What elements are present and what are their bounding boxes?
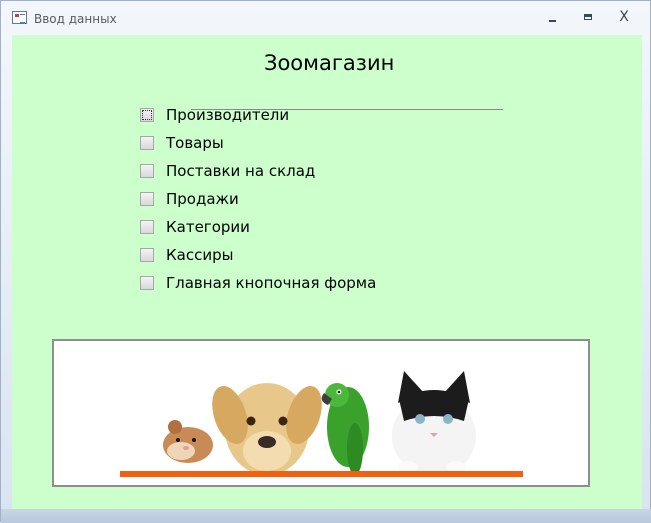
app-window: Ввод данных X Зоомагазин Производители Т…	[0, 0, 651, 523]
menu-item-main-switchboard[interactable]: Главная кнопочная форма	[140, 273, 376, 293]
menu-button[interactable]	[140, 164, 154, 178]
switchboard-form: Зоомагазин Производители Товары Поставки…	[12, 35, 642, 509]
form-heading: Зоомагазин	[264, 51, 395, 75]
pets-image	[52, 339, 590, 487]
menu-button[interactable]	[140, 108, 154, 122]
menu-item-sales[interactable]: Продажи	[140, 189, 239, 209]
kitten-icon	[392, 371, 476, 476]
menu-item-manufacturers[interactable]: Производители	[140, 105, 289, 125]
close-icon: X	[619, 9, 629, 25]
menu-button[interactable]	[140, 192, 154, 206]
maximize-icon	[584, 14, 592, 20]
orange-bar	[120, 471, 523, 477]
hamster-icon	[163, 420, 213, 463]
menu-item-cashiers[interactable]: Кассиры	[140, 245, 233, 265]
maximize-button[interactable]	[575, 7, 601, 27]
window-bottom-border	[1, 509, 651, 523]
menu-button[interactable]	[140, 248, 154, 262]
window-title: Ввод данных	[34, 12, 117, 26]
menu-item-deliveries[interactable]: Поставки на склад	[140, 161, 315, 181]
pets-illustration	[120, 371, 523, 477]
menu-item-products[interactable]: Товары	[140, 133, 224, 153]
menu-item-label: Товары	[166, 134, 224, 152]
menu-item-categories[interactable]: Категории	[140, 217, 250, 237]
minimize-icon	[548, 20, 556, 22]
form-icon	[12, 11, 27, 24]
minimize-button[interactable]	[539, 7, 565, 27]
menu-item-label: Кассиры	[166, 246, 234, 264]
menu-item-label: Продажи	[166, 190, 239, 208]
title-bar[interactable]: Ввод данных X	[1, 1, 651, 35]
menu-item-label: Поставки на склад	[166, 162, 316, 180]
puppy-icon	[212, 383, 322, 475]
menu-item-label: Производители	[166, 106, 290, 124]
menu-item-label: Главная кнопочная форма	[166, 274, 377, 292]
menu-item-label: Категории	[166, 218, 250, 236]
menu-button[interactable]	[140, 276, 154, 290]
menu-button[interactable]	[140, 220, 154, 234]
menu-button[interactable]	[140, 136, 154, 150]
close-button[interactable]: X	[611, 7, 637, 27]
parrot-icon	[321, 383, 369, 475]
